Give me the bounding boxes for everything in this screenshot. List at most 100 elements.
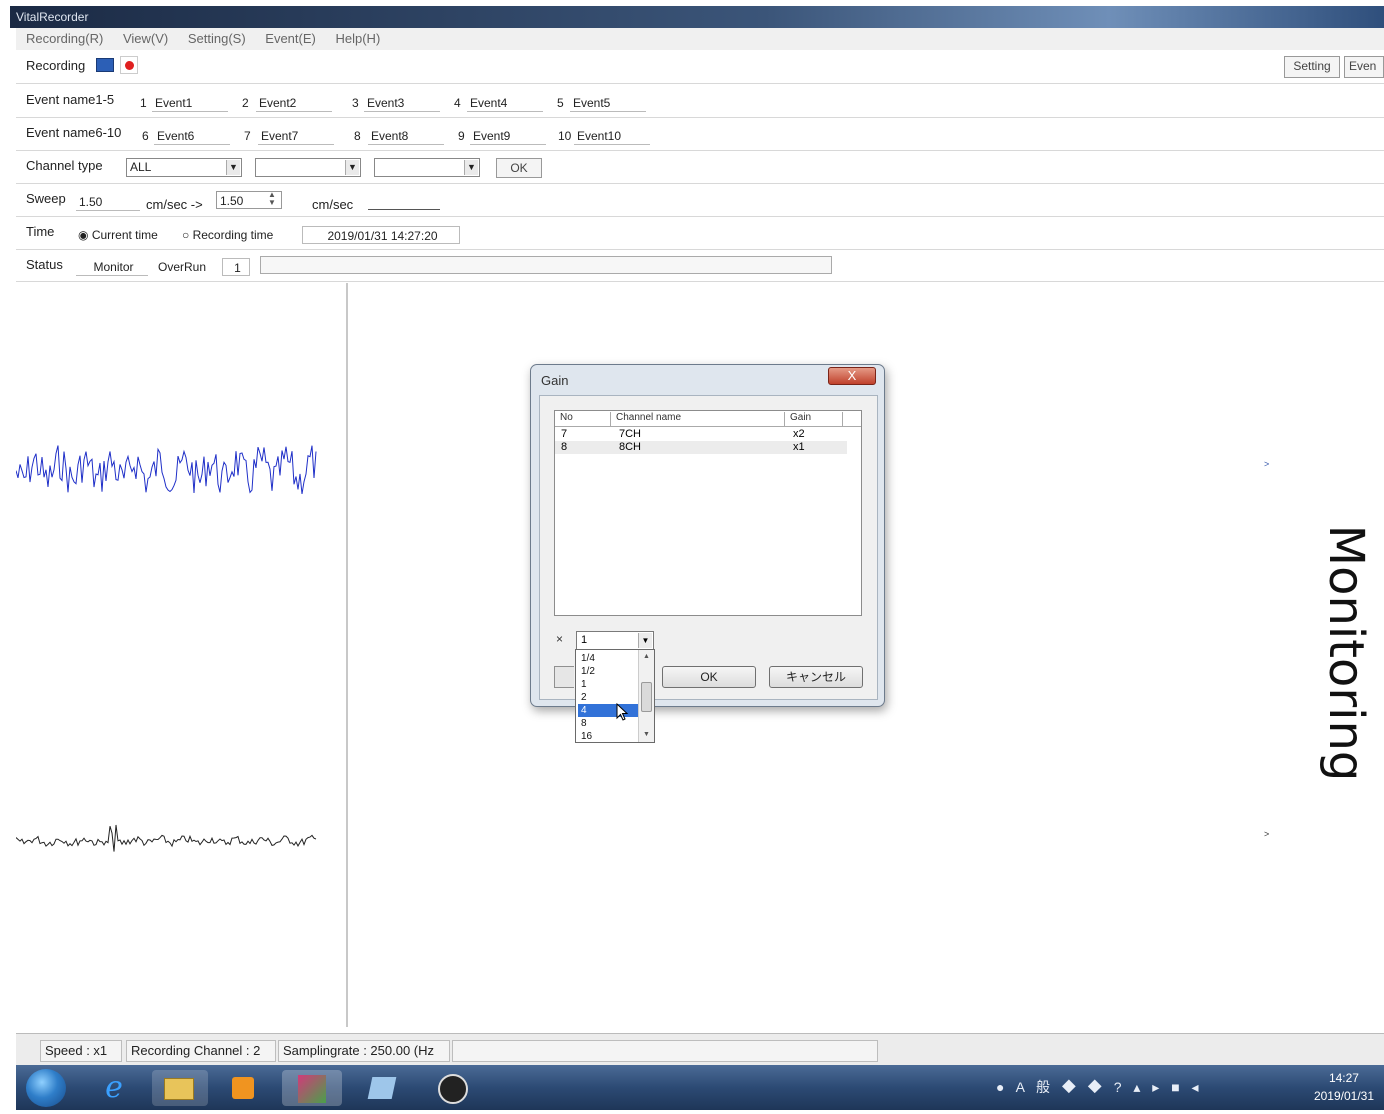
gain-option-16[interactable]: 16 <box>578 730 638 743</box>
event-button[interactable]: Even <box>1344 56 1384 78</box>
speed-status: Speed : x1 <box>40 1040 122 1062</box>
event-name-7-field[interactable]: Event7 <box>258 127 334 145</box>
record-icon[interactable] <box>120 56 138 74</box>
channel-marker-1: > <box>1264 459 1270 469</box>
event-name-8-field[interactable]: Event8 <box>368 127 444 145</box>
event-name-2-field[interactable]: Event2 <box>256 94 332 112</box>
recording-time-label: Recording time <box>192 228 274 242</box>
status-empty-pane <box>452 1040 878 1062</box>
gain-option-1-2[interactable]: 1/2 <box>578 665 638 678</box>
media-player-icon[interactable] <box>216 1070 272 1106</box>
app2-icon[interactable] <box>352 1070 412 1106</box>
channel-type-select-3[interactable]: ▼ <box>374 158 480 177</box>
sweep-slider[interactable] <box>368 209 440 210</box>
sweep-label: Sweep <box>26 191 66 206</box>
row-channel-name: 8CH <box>619 441 642 453</box>
sweep-row: Sweep 1.50 cm/sec -> 1.50 ▲ ▼ cm/sec <box>16 185 1384 217</box>
recording-monitor-icon[interactable] <box>96 58 114 72</box>
window-title: VitalRecorder <box>16 10 89 24</box>
app-icon[interactable] <box>282 1070 342 1106</box>
column-no[interactable]: No <box>555 412 611 426</box>
list-item[interactable]: 7 7CH x2 <box>555 428 847 441</box>
system-tray-icons[interactable]: ● A 般 ◆ ◆ ? ▴ ▸ ■ ◂ <box>996 1077 1203 1097</box>
recording-channel-status: Recording Channel : 2 <box>126 1040 276 1062</box>
event-num-10: 10 <box>558 129 572 143</box>
event-name-3-field[interactable]: Event3 <box>364 94 440 112</box>
event-num-5: 5 <box>557 96 564 110</box>
cancel-button[interactable]: キャンセル <box>769 666 863 688</box>
sweep-value-field[interactable]: 1.50 <box>76 193 140 211</box>
dialog-title: Gain <box>541 373 569 388</box>
dropdown-scrollbar[interactable]: ▲ ▼ <box>638 650 654 742</box>
start-orb-icon[interactable] <box>26 1069 66 1107</box>
samplingrate-status: Samplingrate : 250.00 (Hz <box>278 1040 450 1062</box>
event-name-4-field[interactable]: Event4 <box>467 94 543 112</box>
event-name-6-field[interactable]: Event6 <box>154 127 230 145</box>
event-name-10-field[interactable]: Event10 <box>574 127 650 145</box>
vitalrecorder-app: VitalRecorder Recording(R) View(V) Setti… <box>0 0 1384 1114</box>
event-num-2: 2 <box>242 96 249 110</box>
overrun-label: OverRun <box>158 260 207 274</box>
channel-type-ok-button[interactable]: OK <box>496 158 542 178</box>
menu-setting[interactable]: Setting(S) <box>188 31 246 46</box>
menu-event[interactable]: Event(E) <box>265 31 316 46</box>
column-gain[interactable]: Gain <box>785 412 843 426</box>
list-header: No Channel name Gain <box>555 411 861 427</box>
time-label: Time <box>26 224 55 239</box>
system-clock[interactable]: 14:27 2019/01/31 <box>1314 1069 1374 1105</box>
chevron-down-icon[interactable]: ▼ <box>464 160 478 175</box>
row-no: 7 <box>561 428 568 440</box>
current-time-radio[interactable]: ◉ Current time <box>78 228 158 242</box>
obs-icon[interactable] <box>422 1070 482 1106</box>
event-names-row-2: Event name6-10 6 Event6 7 Event7 8 Event… <box>16 119 1384 151</box>
event-num-4: 4 <box>454 96 461 110</box>
scroll-down-icon[interactable]: ▼ <box>639 729 654 741</box>
scroll-up-icon[interactable]: ▲ <box>639 651 654 663</box>
row-gain: x1 <box>793 441 805 453</box>
spinner-icon[interactable]: ▲ ▼ <box>268 191 276 207</box>
column-channel-name[interactable]: Channel name <box>611 412 785 426</box>
event-name-5-field[interactable]: Event5 <box>570 94 646 112</box>
event-num-8: 8 <box>354 129 361 143</box>
waveform-panel <box>16 445 317 852</box>
setting-button[interactable]: Setting <box>1284 56 1340 78</box>
explorer-icon[interactable] <box>152 1070 208 1106</box>
menu-view[interactable]: View(V) <box>123 31 168 46</box>
row-gain: x2 <box>793 428 805 440</box>
channel-gain-list[interactable]: No Channel name Gain 7 7CH x2 8 8CH x1 <box>554 410 862 616</box>
list-item[interactable]: 8 8CH x1 <box>555 441 847 454</box>
close-icon[interactable]: X <box>828 367 876 385</box>
row-channel-name: 7CH <box>619 428 642 440</box>
channel-type-select-2[interactable]: ▼ <box>255 158 361 177</box>
channel-type-select-1[interactable]: ALL ▼ <box>126 158 242 177</box>
chevron-down-icon[interactable]: ▼ <box>638 633 652 648</box>
overrun-value: 1 <box>222 258 250 276</box>
ok-button[interactable]: OK <box>662 666 756 688</box>
chevron-down-icon[interactable]: ▼ <box>345 160 359 175</box>
gain-option-1[interactable]: 1 <box>578 678 638 691</box>
menu-help[interactable]: Help(H) <box>335 31 380 46</box>
recording-time-radio[interactable]: ○ Recording time <box>182 228 273 242</box>
event-names-row-1: Event name1-5 1 Event1 2 Event2 3 Event3… <box>16 86 1384 118</box>
ie-icon[interactable]: e <box>94 1070 134 1106</box>
event-names-2-label: Event name6-10 <box>26 125 122 140</box>
gain-select[interactable]: 1 ▼ <box>576 631 654 650</box>
event-name-1-field[interactable]: Event1 <box>152 94 228 112</box>
event-names-1-label: Event name1-5 <box>26 92 115 107</box>
title-bar: VitalRecorder <box>10 6 1384 28</box>
event-name-9-field[interactable]: Event9 <box>470 127 546 145</box>
clock-date: 2019/01/31 <box>1313 1089 1374 1103</box>
gain-option-1-4[interactable]: 1/4 <box>578 652 638 665</box>
channel-type-label: Channel type <box>26 158 103 173</box>
scroll-thumb[interactable] <box>641 682 652 712</box>
menu-recording[interactable]: Recording(R) <box>26 31 103 46</box>
panel-divider[interactable] <box>346 283 348 1027</box>
recording-toolbar: Recording Setting Even <box>16 52 1384 84</box>
gain-select-value: 1 <box>581 634 588 646</box>
chevron-down-icon[interactable]: ▼ <box>226 160 240 175</box>
row-no: 8 <box>561 441 568 453</box>
clock-time: 14:27 <box>1328 1071 1359 1085</box>
gain-dropdown-list[interactable]: 1/4 1/2 1 2 4 8 16 ▲ ▼ <box>575 649 655 743</box>
waveform-channel-7 <box>16 445 317 494</box>
sweep-unit-1: cm/sec -> <box>146 197 203 212</box>
